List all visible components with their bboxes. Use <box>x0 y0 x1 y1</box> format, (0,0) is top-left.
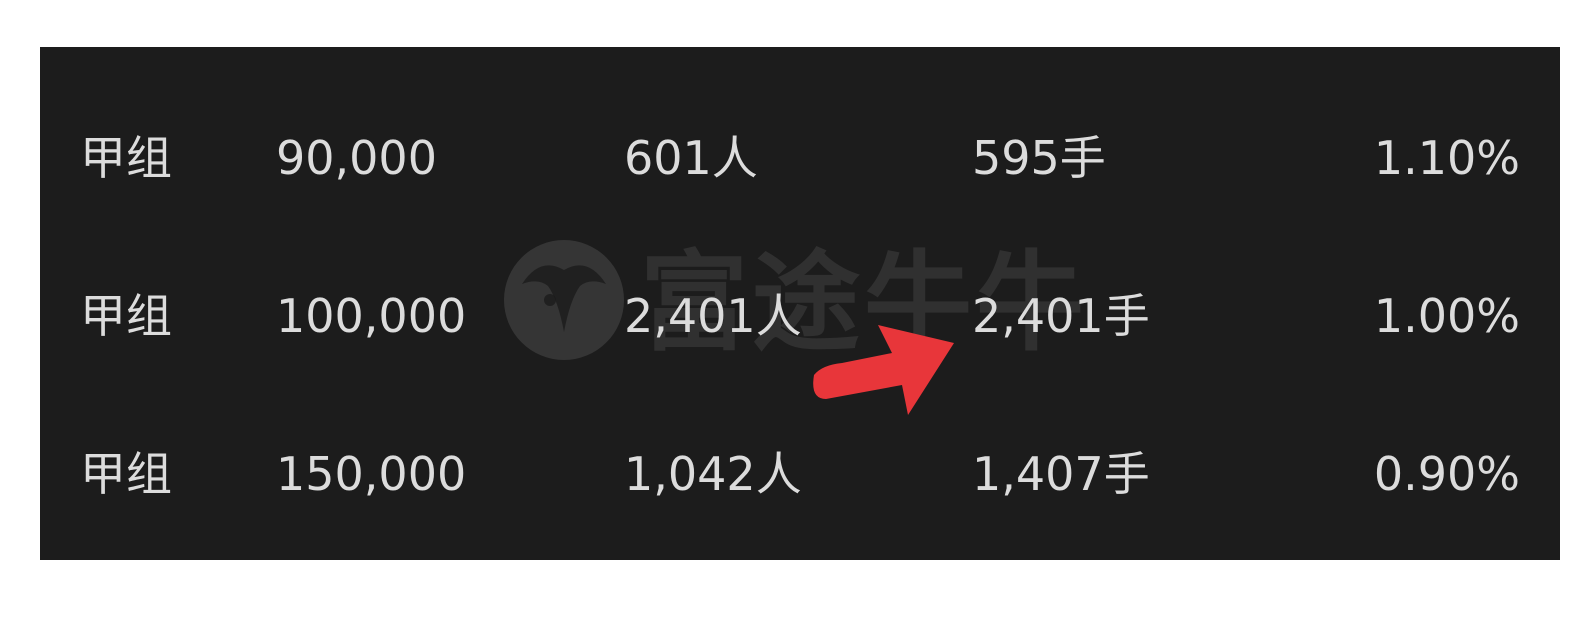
red-arrow-icon <box>813 325 954 415</box>
rate-cell: 0.90% <box>1373 447 1520 501</box>
group-cell: 甲组 <box>80 289 172 343</box>
rate-cell: 1.00% <box>1373 289 1520 343</box>
allotment-table-panel: 富途牛牛 甲组 90,000 601人 595手 1.10% 甲组 100,00… <box>40 47 1560 560</box>
amount-cell: 150,000 <box>276 447 467 501</box>
group-cell: 甲组 <box>80 447 172 501</box>
applicants-cell: 601人 <box>624 131 758 185</box>
lots-cell: 1,407手 <box>972 447 1150 501</box>
amount-cell: 100,000 <box>276 289 467 343</box>
table-row: 甲组 90,000 601人 595手 1.10% <box>40 113 1560 203</box>
table-row: 甲组 100,000 2,401人 2,401手 1.00% <box>40 271 1560 361</box>
amount-cell: 90,000 <box>276 131 437 185</box>
group-cell: 甲组 <box>80 131 172 185</box>
applicants-cell: 1,042人 <box>624 447 802 501</box>
applicants-cell: 2,401人 <box>624 289 802 343</box>
lots-cell: 2,401手 <box>972 289 1150 343</box>
table-row: 甲组 150,000 1,042人 1,407手 0.90% <box>40 429 1560 519</box>
rate-cell: 1.10% <box>1373 131 1520 185</box>
lots-cell: 595手 <box>972 131 1106 185</box>
